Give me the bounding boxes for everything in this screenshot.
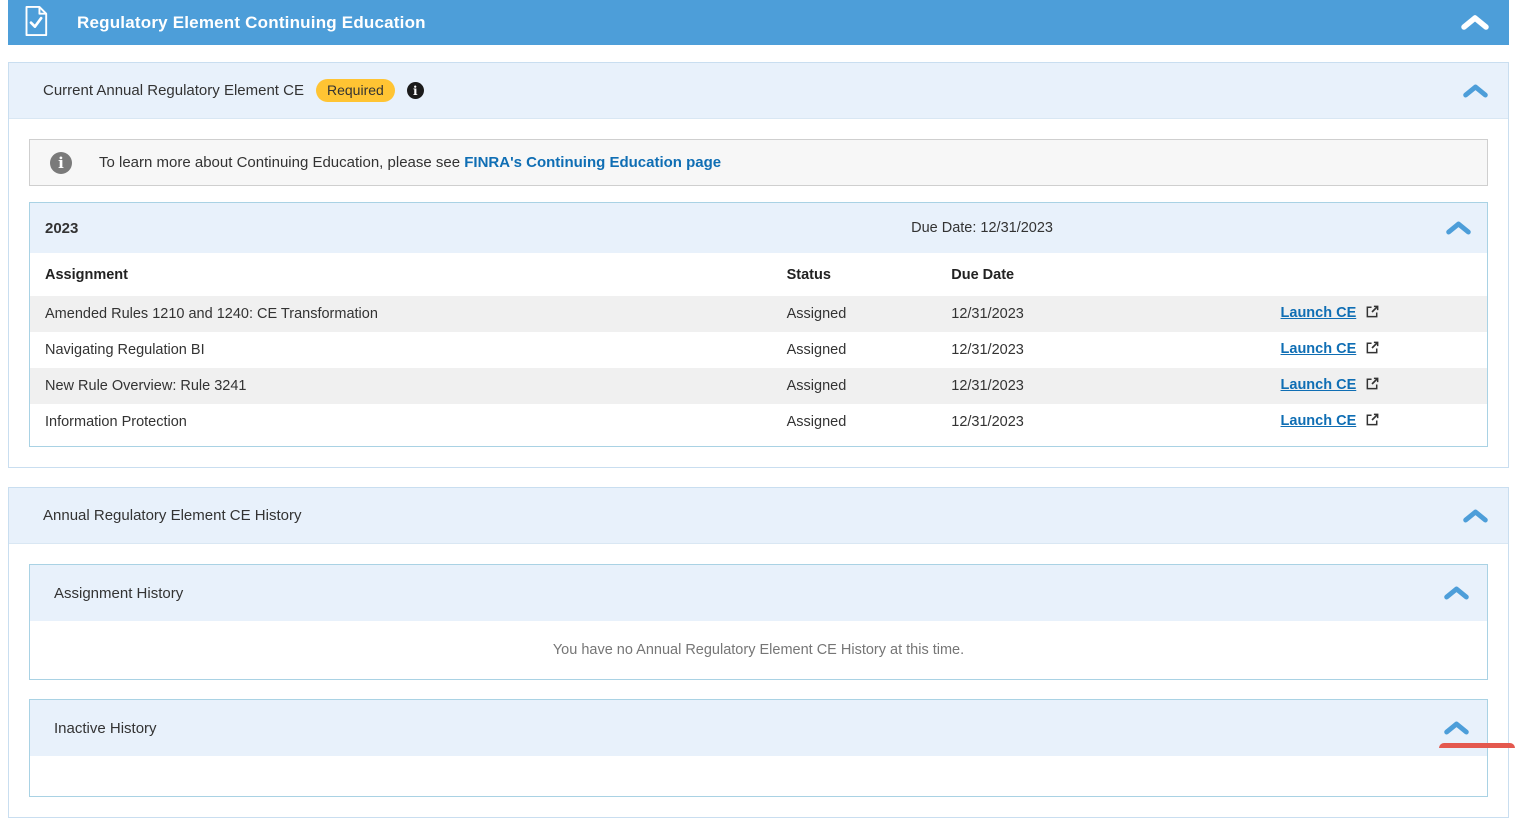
inactive-history-box: Inactive History bbox=[29, 699, 1488, 797]
assignment-name: New Rule Overview: Rule 3241 bbox=[30, 368, 772, 404]
launch-ce-link[interactable]: Launch CE bbox=[1281, 341, 1357, 357]
inactive-history-title: Inactive History bbox=[54, 720, 157, 737]
year-label: 2023 bbox=[45, 220, 78, 237]
external-link-icon bbox=[1365, 379, 1380, 395]
assignment-status: Assigned bbox=[772, 404, 937, 440]
info-banner-text: To learn more about Continuing Education… bbox=[99, 154, 721, 171]
column-header-status: Status bbox=[772, 253, 937, 296]
assignment-status: Assigned bbox=[772, 296, 937, 332]
info-icon[interactable]: i bbox=[407, 82, 424, 99]
assignment-history-title: Assignment History bbox=[54, 585, 183, 602]
year-2023-header[interactable]: 2023 Due Date: 12/31/2023 bbox=[30, 203, 1487, 253]
year-2023-box: 2023 Due Date: 12/31/2023 Assignment Sta… bbox=[29, 202, 1488, 447]
ce-history-panel: Annual Regulatory Element CE History Ass… bbox=[8, 487, 1509, 818]
assignment-due-date: 12/31/2023 bbox=[936, 368, 1265, 404]
regulatory-element-ce-title-bar[interactable]: Regulatory Element Continuing Education bbox=[8, 0, 1509, 45]
page-title: Regulatory Element Continuing Education bbox=[77, 13, 426, 33]
assignment-history-header[interactable]: Assignment History bbox=[30, 565, 1487, 621]
table-row: Navigating Regulation BI Assigned 12/31/… bbox=[30, 332, 1487, 368]
finra-continuing-education-link[interactable]: FINRA's Continuing Education page bbox=[464, 154, 721, 171]
chevron-up-icon[interactable] bbox=[1444, 586, 1469, 600]
ce-history-header[interactable]: Annual Regulatory Element CE History bbox=[9, 488, 1508, 544]
info-icon: i bbox=[50, 152, 72, 174]
continuing-education-info-banner: i To learn more about Continuing Educati… bbox=[29, 139, 1488, 186]
launch-ce-link[interactable]: Launch CE bbox=[1281, 377, 1357, 393]
column-header-due-date: Due Date bbox=[936, 253, 1265, 296]
chevron-up-icon[interactable] bbox=[1463, 509, 1488, 523]
document-check-icon bbox=[22, 5, 49, 40]
chevron-up-icon[interactable] bbox=[1463, 84, 1488, 98]
current-annual-ce-body: i To learn more about Continuing Educati… bbox=[9, 119, 1508, 467]
assignment-due-date: 12/31/2023 bbox=[936, 404, 1265, 440]
assignment-name: Information Protection bbox=[30, 404, 772, 440]
chevron-up-icon[interactable] bbox=[1444, 721, 1469, 735]
column-header-assignment: Assignment bbox=[30, 253, 772, 296]
assignment-due-date: 12/31/2023 bbox=[936, 296, 1265, 332]
assignment-due-date: 12/31/2023 bbox=[936, 332, 1265, 368]
required-badge: Required bbox=[316, 79, 395, 102]
external-link-icon bbox=[1365, 415, 1380, 431]
chevron-up-icon[interactable] bbox=[1461, 15, 1489, 30]
table-row: Information Protection Assigned 12/31/20… bbox=[30, 404, 1487, 440]
external-link-icon bbox=[1365, 343, 1380, 359]
table-row: New Rule Overview: Rule 3241 Assigned 12… bbox=[30, 368, 1487, 404]
assignment-history-box: Assignment History You have no Annual Re… bbox=[29, 564, 1488, 680]
current-annual-ce-header[interactable]: Current Annual Regulatory Element CE Req… bbox=[9, 63, 1508, 119]
column-header-actions bbox=[1266, 253, 1487, 296]
ce-history-title: Annual Regulatory Element CE History bbox=[43, 507, 301, 524]
due-date-summary: Due Date: 12/31/2023 bbox=[911, 220, 1053, 236]
assignment-status: Assigned bbox=[772, 332, 937, 368]
external-link-icon bbox=[1365, 307, 1380, 323]
assignment-history-empty-message: You have no Annual Regulatory Element CE… bbox=[30, 621, 1487, 679]
assignments-table-header-row: Assignment Status Due Date bbox=[30, 253, 1487, 296]
chevron-up-icon[interactable] bbox=[1446, 221, 1471, 235]
assignment-name: Navigating Regulation BI bbox=[30, 332, 772, 368]
assignments-table: Assignment Status Due Date Amended Rules… bbox=[30, 253, 1487, 440]
current-annual-ce-panel: Current Annual Regulatory Element CE Req… bbox=[8, 62, 1509, 468]
launch-ce-link[interactable]: Launch CE bbox=[1281, 413, 1357, 429]
launch-ce-link[interactable]: Launch CE bbox=[1281, 305, 1357, 321]
feedback-button-partial[interactable] bbox=[1439, 743, 1515, 748]
assignment-name: Amended Rules 1210 and 1240: CE Transfor… bbox=[30, 296, 772, 332]
ce-history-body: Assignment History You have no Annual Re… bbox=[9, 544, 1508, 817]
assignment-status: Assigned bbox=[772, 368, 937, 404]
table-row: Amended Rules 1210 and 1240: CE Transfor… bbox=[30, 296, 1487, 332]
inactive-history-body bbox=[30, 756, 1487, 796]
current-annual-ce-title: Current Annual Regulatory Element CE bbox=[43, 82, 304, 99]
